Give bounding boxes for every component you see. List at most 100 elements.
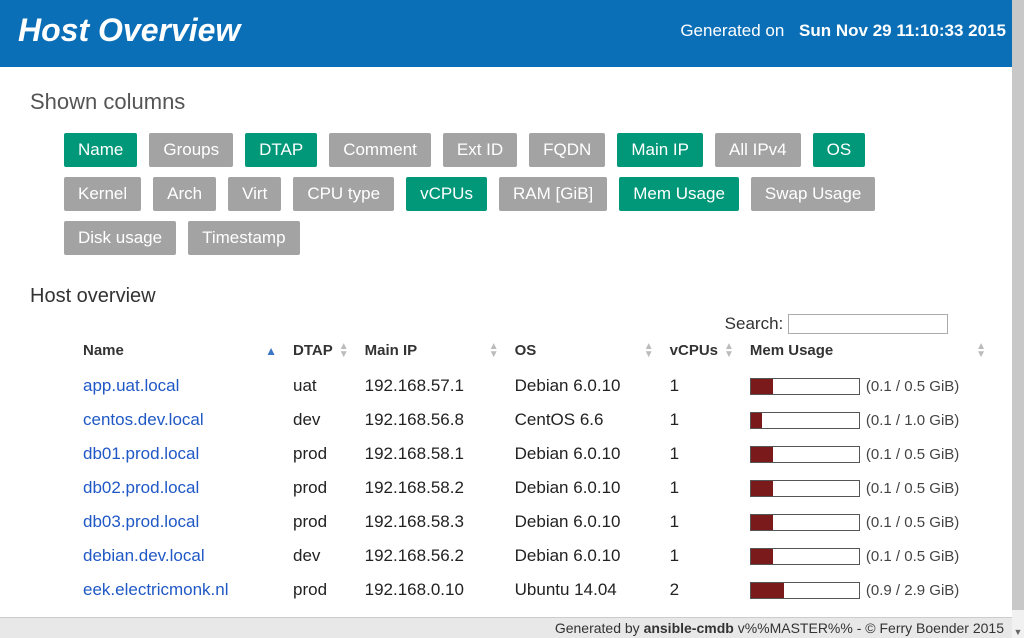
column-toggle-ram-gib-[interactable]: RAM [GiB] [499,177,607,211]
column-toggle-comment[interactable]: Comment [329,133,431,167]
host-link[interactable]: db01.prod.local [83,444,199,463]
shown-columns-title: Shown columns [30,89,994,115]
mem-usage-cell: (0.1 / 0.5 GiB) [742,505,994,539]
ip-cell: 192.168.58.1 [357,437,507,471]
scrollbar-thumb[interactable] [1012,0,1024,610]
column-toggle-timestamp[interactable]: Timestamp [188,221,299,255]
os-cell: Debian 6.0.10 [507,369,662,403]
mem-usage-text: (0.1 / 0.5 GiB) [866,514,959,531]
mem-usage-bar [750,582,860,599]
column-toggle-ext-id[interactable]: Ext ID [443,133,517,167]
host-table: Name ▲ DTAP ▲▼ Main IP ▲▼ [30,336,994,607]
table-row: db03.prod.local prod192.168.58.3Debian 6.… [30,505,994,539]
vertical-scrollbar[interactable]: ▼ [1012,0,1024,638]
generated-on: Generated on Sun Nov 29 11:10:33 2015 [680,21,1006,41]
host-link[interactable]: app.uat.local [83,376,179,395]
search-input[interactable] [788,314,948,334]
mem-usage-cell: (0.1 / 0.5 GiB) [742,539,994,573]
host-link[interactable]: centos.dev.local [83,410,204,429]
column-toggle-name[interactable]: Name [64,133,137,167]
mem-usage-text: (0.1 / 1.0 GiB) [866,412,959,429]
table-row: app.uat.localuat192.168.57.1Debian 6.0.1… [30,369,994,403]
dtap-cell: prod [285,505,357,539]
vcpus-cell: 1 [662,471,742,505]
mem-usage-text: (0.9 / 2.9 GiB) [866,582,959,599]
os-cell: Debian 6.0.10 [507,437,662,471]
mem-usage-bar [750,446,860,463]
mem-usage-bar [750,378,860,395]
host-link[interactable]: debian.dev.local [83,546,205,565]
mem-usage-text: (0.1 / 0.5 GiB) [866,548,959,565]
dtap-cell: prod [285,471,357,505]
sort-icon: ▲▼ [489,343,499,359]
generated-date: Sun Nov 29 11:10:33 2015 [799,21,1006,40]
dtap-cell: prod [285,573,357,607]
col-header-dtap[interactable]: DTAP ▲▼ [285,336,357,369]
col-header-os[interactable]: OS ▲▼ [507,336,662,369]
column-toggle-all-ipv4[interactable]: All IPv4 [715,133,801,167]
column-toggle-swap-usage[interactable]: Swap Usage [751,177,875,211]
footer-prefix: Generated by [555,620,644,636]
vcpus-cell: 1 [662,437,742,471]
footer-tool: ansible-cmdb [644,620,734,636]
table-row: centos.dev.local dev192.168.56.8CentOS 6.… [30,403,994,437]
column-toggle-os[interactable]: OS [813,133,866,167]
os-cell: CentOS 6.6 [507,403,662,437]
column-toggle-cpu-type[interactable]: CPU type [293,177,394,211]
mem-usage-text: (0.1 / 0.5 GiB) [866,378,959,395]
column-toggle-main-ip[interactable]: Main IP [617,133,703,167]
mem-usage-cell: (0.9 / 2.9 GiB) [742,573,994,607]
column-toggle-group: Name Groups DTAP Comment Ext ID FQDN Main IP Al… [64,133,934,255]
mem-usage-text: (0.1 / 0.5 GiB) [866,480,959,497]
search-label: Search: [725,314,784,333]
column-toggle-vcpus[interactable]: vCPUs [406,177,487,211]
mem-usage-cell: (0.1 / 0.5 GiB) [742,437,994,471]
scroll-down-icon[interactable]: ▼ [1012,626,1024,638]
vcpus-cell: 2 [662,573,742,607]
footer: Generated by ansible-cmdb v%%MASTER%% - … [0,617,1012,638]
os-cell: Debian 6.0.10 [507,471,662,505]
ip-cell: 192.168.58.3 [357,505,507,539]
col-header-mem-usage[interactable]: Mem Usage ▲▼ [742,336,994,369]
sort-asc-icon: ▲ [265,344,277,358]
ip-cell: 192.168.57.1 [357,369,507,403]
vcpus-cell: 1 [662,369,742,403]
mem-usage-cell: (0.1 / 0.5 GiB) [742,369,994,403]
column-toggle-groups[interactable]: Groups [149,133,233,167]
host-link[interactable]: db02.prod.local [83,478,199,497]
mem-usage-cell: (0.1 / 1.0 GiB) [742,403,994,437]
page-title: Host Overview [18,12,240,49]
search-row: Search: [30,314,994,334]
ip-cell: 192.168.58.2 [357,471,507,505]
table-row: db01.prod.local prod192.168.58.1Debian 6.… [30,437,994,471]
col-header-main-ip[interactable]: Main IP ▲▼ [357,336,507,369]
mem-usage-bar [750,548,860,565]
dtap-cell: prod [285,437,357,471]
ip-cell: 192.168.56.8 [357,403,507,437]
sort-icon: ▲▼ [339,343,349,359]
col-header-name[interactable]: Name ▲ [75,336,285,369]
column-toggle-dtap[interactable]: DTAP [245,133,317,167]
mem-usage-bar [750,480,860,497]
host-link[interactable]: eek.electricmonk.nl [83,580,229,599]
col-header-vcpus[interactable]: vCPUs ▲▼ [662,336,742,369]
column-toggle-arch[interactable]: Arch [153,177,216,211]
column-toggle-fqdn[interactable]: FQDN [529,133,605,167]
sort-icon: ▲▼ [724,343,734,359]
column-toggle-disk-usage[interactable]: Disk usage [64,221,176,255]
column-toggle-mem-usage[interactable]: Mem Usage [619,177,739,211]
table-row: debian.dev.localdev192.168.56.2Debian 6.… [30,539,994,573]
column-toggle-virt[interactable]: Virt [228,177,281,211]
sort-icon: ▲▼ [644,343,654,359]
os-cell: Debian 6.0.10 [507,505,662,539]
host-overview-title: Host overview [30,285,994,308]
vcpus-cell: 1 [662,403,742,437]
table-row: db02.prod.local prod192.168.58.2Debian 6.… [30,471,994,505]
host-link[interactable]: db03.prod.local [83,512,199,531]
column-toggle-kernel[interactable]: Kernel [64,177,141,211]
dtap-cell: dev [285,403,357,437]
mem-usage-bar [750,412,860,429]
generated-label: Generated on [680,21,784,40]
footer-suffix: v%%MASTER%% - © Ferry Boender 2015 [734,620,1004,636]
os-cell: Ubuntu 14.04 [507,573,662,607]
